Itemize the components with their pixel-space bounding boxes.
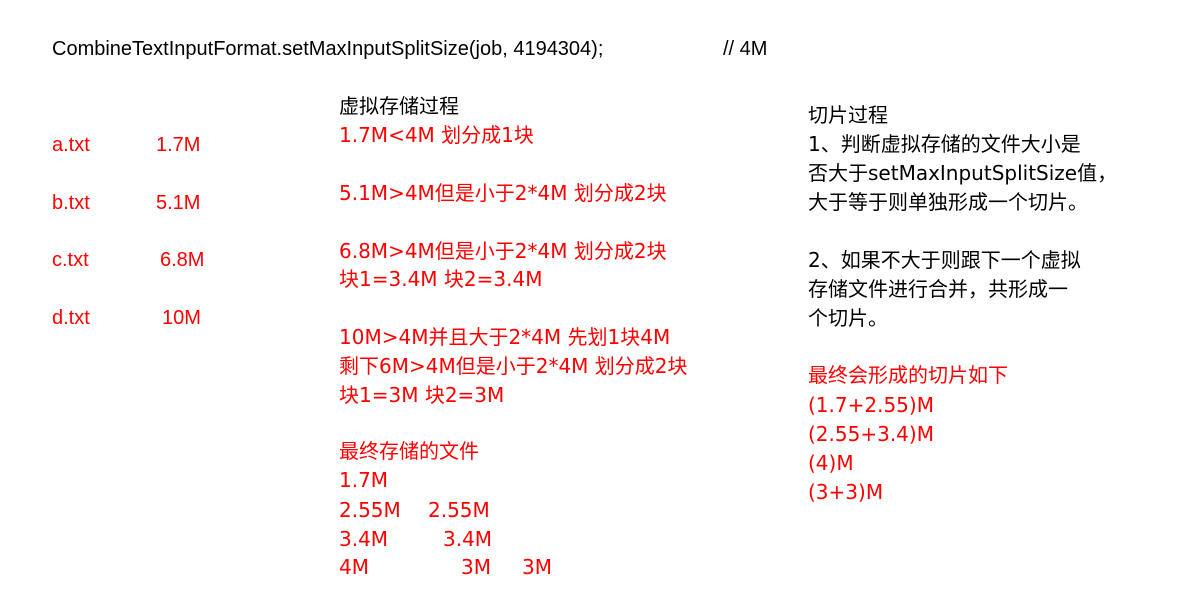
virtual-storage-line: 6.8M>4M但是小于2*4M 划分成2块 bbox=[339, 239, 667, 263]
file-name: c.txt bbox=[52, 249, 89, 271]
final-file-size: 3M bbox=[461, 555, 491, 579]
split-result: (3+3)M bbox=[808, 480, 884, 504]
split-process-line: 1、判断虚拟存储的文件大小是 bbox=[808, 132, 1081, 156]
file-name: b.txt bbox=[52, 192, 90, 214]
final-file-size: 3.4M bbox=[339, 527, 389, 551]
virtual-storage-title: 虚拟存储过程 bbox=[339, 94, 459, 118]
final-file-size: 2.55M bbox=[428, 498, 490, 522]
file-size: 10M bbox=[162, 307, 201, 329]
split-result: (1.7+2.55)M bbox=[808, 393, 934, 417]
split-process-line: 大于等于则单独形成一个切片。 bbox=[808, 190, 1088, 214]
virtual-storage-line: 剩下6M>4M但是小于2*4M 划分成2块 bbox=[339, 354, 688, 378]
header-code: CombineTextInputFormat.setMaxInputSplitS… bbox=[52, 38, 604, 60]
final-splits-title: 最终会形成的切片如下 bbox=[808, 363, 1008, 387]
virtual-storage-line: 块1=3.4M 块2=3.4M bbox=[339, 267, 543, 291]
final-files-title: 最终存储的文件 bbox=[339, 439, 479, 463]
final-file-size: 4M bbox=[339, 555, 369, 579]
split-process-line: 否大于setMaxInputSplitSize值， bbox=[808, 161, 1118, 185]
virtual-storage-line: 10M>4M并且大于2*4M 先划1块4M bbox=[339, 325, 671, 349]
header-comment: // 4M bbox=[723, 38, 768, 60]
file-name: a.txt bbox=[52, 134, 90, 156]
final-file-size: 1.7M bbox=[339, 468, 389, 492]
file-size: 5.1M bbox=[156, 192, 201, 214]
split-process-line: 存储文件进行合并，共形成一 bbox=[808, 277, 1068, 301]
split-process-line: 2、如果不大于则跟下一个虚拟 bbox=[808, 248, 1081, 272]
file-size: 6.8M bbox=[160, 249, 205, 271]
virtual-storage-line: 块1=3M 块2=3M bbox=[339, 383, 505, 407]
split-process-title: 切片过程 bbox=[808, 103, 888, 127]
split-result: (4)M bbox=[808, 451, 854, 475]
split-result: (2.55+3.4)M bbox=[808, 422, 934, 446]
file-name: d.txt bbox=[52, 307, 90, 329]
virtual-storage-line: 5.1M>4M但是小于2*4M 划分成2块 bbox=[339, 181, 667, 205]
file-size: 1.7M bbox=[156, 134, 201, 156]
final-file-size: 2.55M bbox=[339, 498, 401, 522]
virtual-storage-line: 1.7M<4M 划分成1块 bbox=[339, 123, 534, 147]
final-file-size: 3M bbox=[522, 555, 552, 579]
split-process-line: 个切片。 bbox=[808, 306, 888, 330]
final-file-size: 3.4M bbox=[443, 527, 493, 551]
